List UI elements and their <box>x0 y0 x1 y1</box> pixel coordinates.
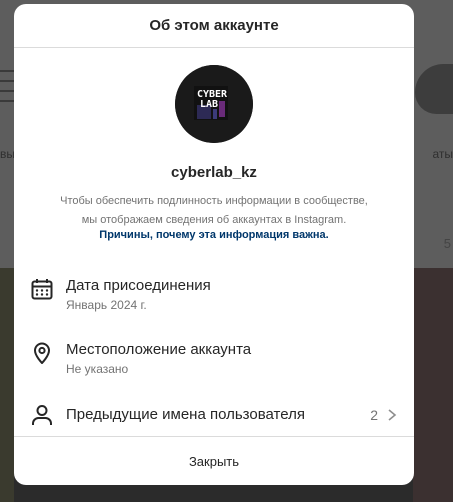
account-location-label: Местоположение аккаунта <box>66 341 252 358</box>
background-right-image <box>413 268 453 502</box>
calendar-icon <box>31 279 53 300</box>
description-line-2: мы отображаем сведения об аккаунтах в In… <box>81 214 347 226</box>
chevron-right-icon <box>388 409 397 421</box>
avatar: CYBER LAB <box>175 65 253 143</box>
background-label-right: аты <box>432 147 453 161</box>
account-location-row: Местоположение аккаунта Не указано <box>30 341 398 376</box>
date-joined-value: Январь 2024 г. <box>66 298 147 312</box>
description-line-1: Чтобы обеспечить подлинность информации … <box>60 195 368 207</box>
location-pin-icon <box>34 342 50 364</box>
background-count: 5 <box>443 236 451 251</box>
date-joined-row: Дата присоединения Январь 2024 г. <box>30 277 398 312</box>
background-menu-icon <box>0 70 14 116</box>
cyberlab-logo: CYBER LAB <box>175 65 253 143</box>
former-usernames-label: Предыдущие имена пользователя <box>66 406 305 423</box>
account-location-value: Не указано <box>66 362 129 376</box>
background-label-left: вы <box>0 147 15 161</box>
former-usernames-count: 2 <box>370 407 378 423</box>
former-usernames-row[interactable]: Предыдущие имена пользователя 2 <box>30 403 398 427</box>
date-joined-label: Дата присоединения <box>66 277 211 294</box>
reasons-link[interactable]: Причины, почему эта информация важна. <box>14 229 414 241</box>
logo-text-line2: LAB <box>200 99 218 110</box>
dialog-title: Об этом аккаунте <box>14 4 414 48</box>
user-icon <box>32 405 52 425</box>
close-button[interactable]: Закрыть <box>14 436 414 485</box>
account-info-description: Чтобы обеспечить подлинность информации … <box>34 192 394 230</box>
about-account-dialog: Об этом аккаунте CYBER LAB cyberlab_kz Ч… <box>14 4 414 485</box>
account-username: cyberlab_kz <box>171 164 257 181</box>
background-left-image <box>0 268 14 502</box>
